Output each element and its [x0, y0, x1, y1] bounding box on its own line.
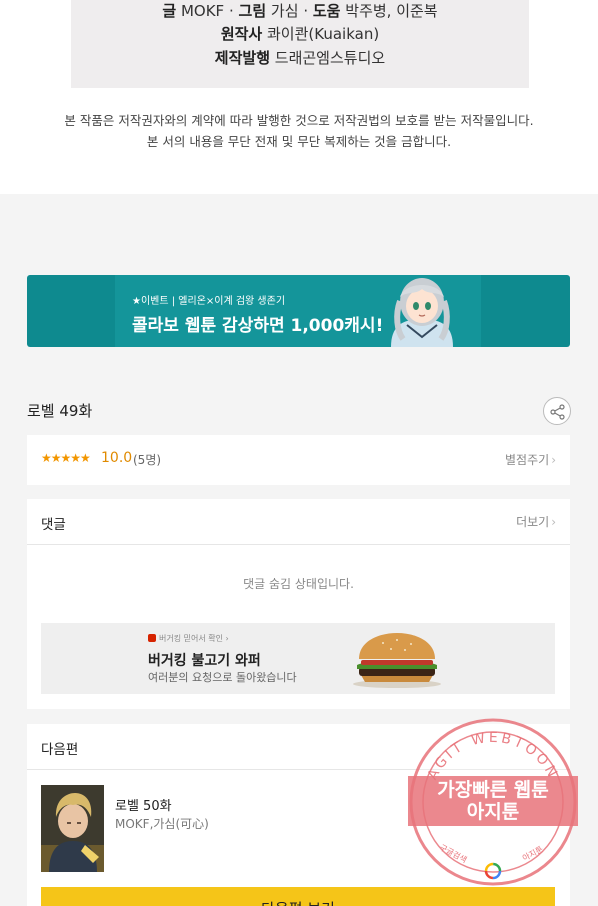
burger-king-logo-icon [148, 634, 156, 642]
rating-score: 10.0 [101, 450, 133, 466]
next-episode-heading: 다음편 [41, 742, 79, 758]
rating-card: ★★★★★ 10.0 (5명) 별점주기 › [27, 435, 570, 485]
art-name: 가심 [270, 2, 299, 20]
banner-caption: ★이벤트 | 엘리온×이계 검왕 생존기 [132, 296, 286, 307]
episode-title: 로벨 49화 [27, 402, 93, 420]
publisher-name: 드래곤엠스튜디오 [274, 49, 386, 67]
chevron-right-icon: › [551, 515, 556, 529]
comments-more-link[interactable]: 더보기 › [516, 513, 556, 530]
chevron-right-icon: › [551, 453, 556, 467]
watermark-line-1: 가장빠른 웹툰 [437, 779, 549, 801]
assist-label: 도움 [312, 2, 341, 20]
credits-line-publisher: 제작발행 드래곤엠스튜디오 [71, 47, 529, 68]
rating-count: (5명) [133, 453, 162, 467]
rating-stars: ★★★★★ [41, 451, 91, 465]
comments-card: 댓글 더보기 › 댓글 숨김 상태입니다. 버거킹 믿어서 확인 › 버거킹 불고… [27, 499, 570, 709]
next-episode-button[interactable]: 다음편 보기 [41, 887, 555, 906]
divider [27, 544, 570, 545]
comments-hidden-message: 댓글 숨김 상태입니다. [243, 577, 354, 591]
separator: · [303, 2, 309, 20]
more-link-label: 더보기 [516, 515, 550, 529]
banner-headline: 콜라보 웹툰 감상하면 1,000캐시! [132, 316, 384, 336]
publisher-label: 제작발행 [214, 49, 270, 67]
rate-link-label: 별점주기 [505, 453, 550, 467]
assist-names: 박주병, 이준복 [345, 2, 438, 20]
next-episode-title[interactable]: 로벨 50화 [115, 795, 172, 814]
next-episode-thumbnail[interactable] [41, 785, 104, 872]
watermark-stamp: AGIT WEBTOON 가장빠른 웹툰 아지툰 구글검색 아지툰 [408, 718, 578, 886]
art-label: 그림 [238, 2, 267, 20]
burger-image [353, 633, 441, 688]
copyright-notice: 본 작품은 저작권자와의 계약에 따라 발행한 것으로 저작권법의 보호를 받는… [0, 110, 598, 152]
copyright-line-1: 본 작품은 저작권자와의 계약에 따라 발행한 것으로 저작권법의 보호를 받는… [64, 113, 534, 128]
share-icon [550, 404, 565, 420]
copyright-line-2: 본 서의 내용을 무단 전재 및 무단 복제하는 것을 금합니다. [146, 134, 452, 149]
writer-label: 글 [162, 2, 177, 20]
next-episode-author: MOKF,가심(可心) [115, 817, 209, 831]
ad-title: 버거킹 불고기 와퍼 [148, 653, 261, 669]
watermark-line-2: 아지툰 [467, 801, 519, 823]
comments-heading: 댓글 [41, 517, 66, 533]
banner-character-illustration [391, 278, 453, 347]
writer-name: MOKF [180, 2, 225, 20]
original-label: 원작사 [220, 25, 263, 43]
ad-subtitle: 여러분의 요청으로 돌아왔습니다 [148, 671, 297, 684]
event-banner[interactable]: ★이벤트 | 엘리온×이계 검왕 생존기 콜라보 웹툰 감상하면 1,000캐시… [27, 275, 570, 347]
ad-caption: 버거킹 믿어서 확인 › [148, 633, 229, 644]
credits-section: 글 MOKF · 그림 가심 · 도움 박주병, 이준복 원작사 콰이콴(Kua… [0, 0, 598, 194]
rate-link[interactable]: 별점주기 › [505, 451, 556, 468]
share-button[interactable] [543, 397, 571, 425]
ad-banner[interactable]: 버거킹 믿어서 확인 › 버거킹 불고기 와퍼 여러분의 요청으로 돌아왔습니다 [41, 623, 555, 694]
original-name: 콰이콴(Kuaikan) [267, 25, 380, 43]
credits-line-original: 원작사 콰이콴(Kuaikan) [71, 23, 529, 44]
ad-caption-text: 버거킹 믿어서 확인 › [159, 634, 229, 643]
separator: · [228, 2, 234, 20]
credits-box: 글 MOKF · 그림 가심 · 도움 박주병, 이준복 원작사 콰이콴(Kua… [71, 0, 529, 88]
credits-line-staff: 글 MOKF · 그림 가심 · 도움 박주병, 이준복 [71, 0, 529, 21]
